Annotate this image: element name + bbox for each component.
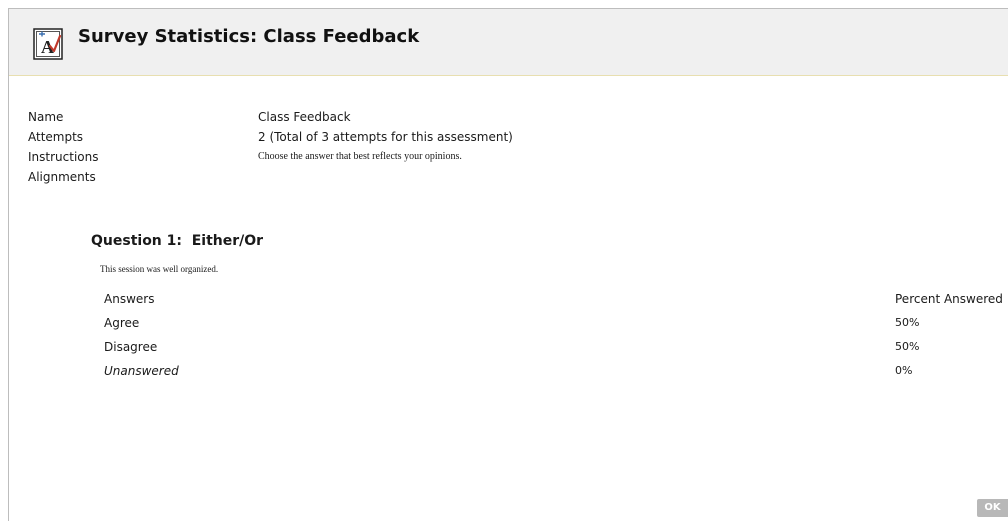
survey-statistics-window: A Survey Statistics: Class Feedback Name…	[8, 8, 1008, 521]
detail-value: Choose the answer that best reflects you…	[258, 151, 462, 162]
detail-row-instructions: Instructions Choose the answer that best…	[28, 147, 828, 167]
answer-percent: 0%	[895, 364, 913, 377]
ok-button[interactable]: OK	[977, 499, 1008, 517]
survey-details: Name Class Feedback Attempts 2 (Total of…	[28, 107, 828, 187]
detail-value: 2 (Total of 3 attempts for this assessme…	[258, 130, 513, 144]
answers-column-header: Answers	[104, 292, 155, 306]
detail-label: Name	[28, 110, 64, 124]
answer-row: Unanswered 0%	[104, 359, 1008, 383]
question-text: This session was well organized.	[100, 264, 219, 274]
page-title: Survey Statistics: Class Feedback	[78, 26, 420, 47]
answer-row: Disagree 50%	[104, 335, 1008, 359]
detail-value: Class Feedback	[258, 110, 351, 124]
answers-header-row: Answers Percent Answered	[104, 287, 1008, 311]
answer-label: Unanswered	[104, 364, 179, 378]
detail-label: Attempts	[28, 130, 84, 144]
detail-label: Alignments	[28, 170, 96, 184]
detail-label: Instructions	[28, 150, 99, 164]
answer-label: Disagree	[104, 340, 158, 354]
answer-row: Agree 50%	[104, 311, 1008, 335]
answer-percent: 50%	[895, 316, 920, 329]
percent-column-header: Percent Answered	[895, 292, 1003, 306]
survey-form-icon: A	[33, 28, 63, 60]
answers-table: Answers Percent Answered Agree 50% Disag…	[104, 287, 1008, 383]
detail-row-name: Name Class Feedback	[28, 107, 828, 127]
answer-percent: 50%	[895, 340, 920, 353]
detail-row-alignments: Alignments	[28, 167, 828, 187]
question-heading: Question 1: Either/Or	[91, 233, 264, 249]
page-header: A Survey Statistics: Class Feedback	[9, 9, 1008, 76]
detail-row-attempts: Attempts 2 (Total of 3 attempts for this…	[28, 127, 828, 147]
answer-label: Agree	[104, 316, 140, 330]
